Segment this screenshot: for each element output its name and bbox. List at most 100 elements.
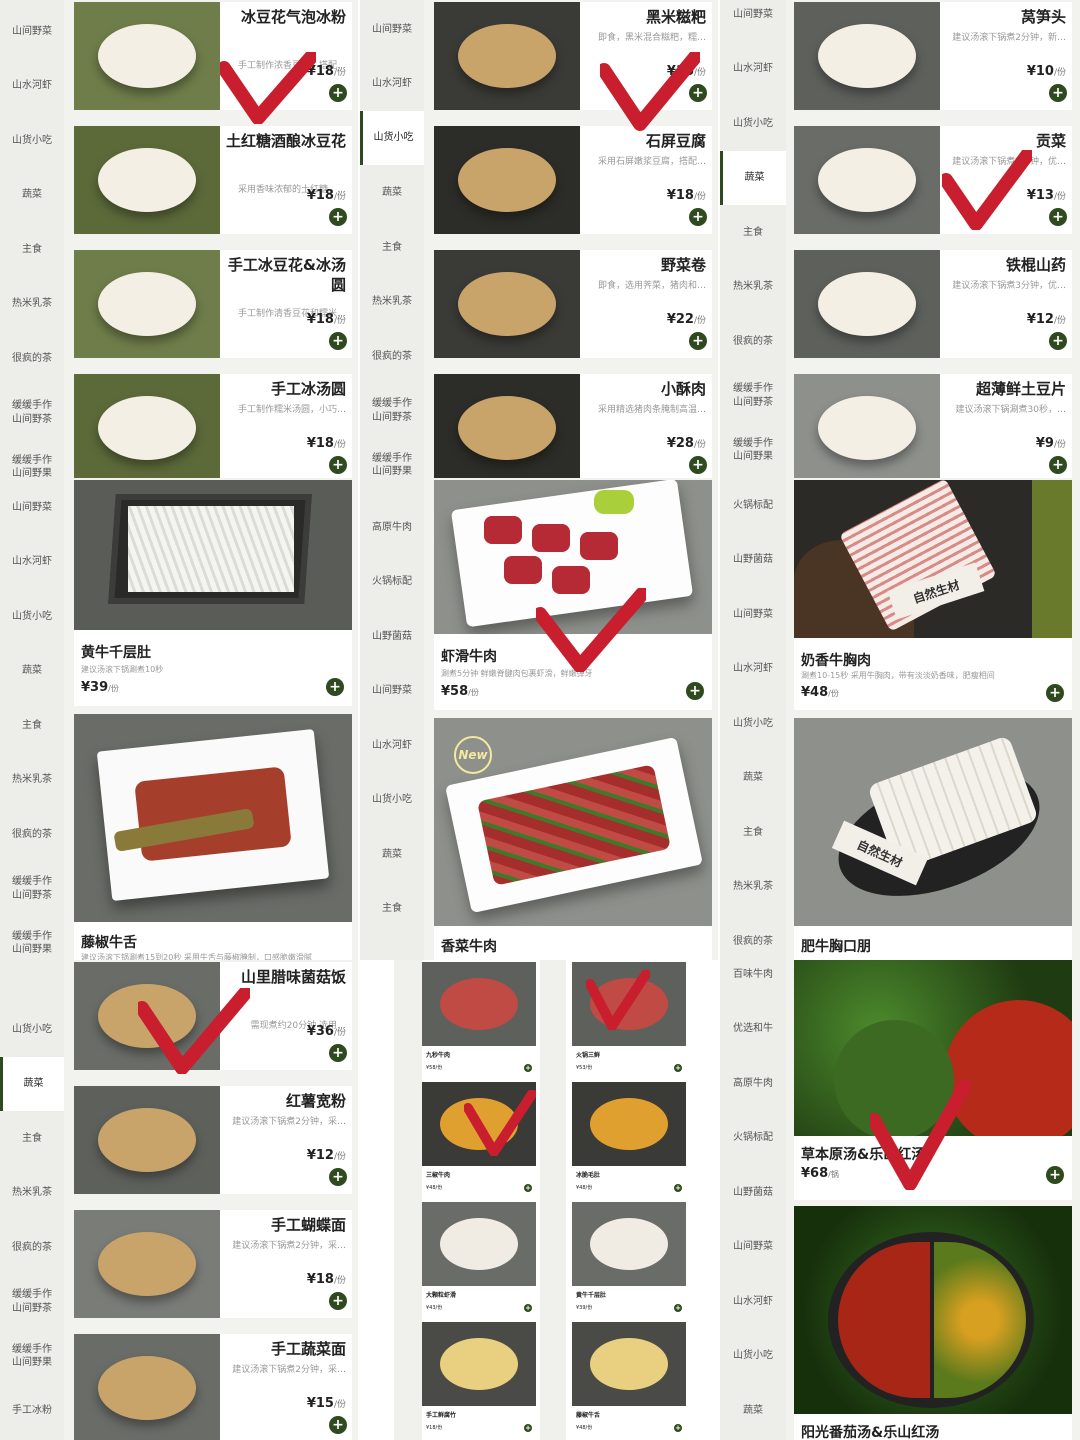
sidebar-category-item[interactable]: 山野菌菇 (360, 609, 424, 664)
product-card-large[interactable]: 自然生材 肥牛胸口朋 (794, 718, 1072, 960)
product-card-mini[interactable]: 大颗粒虾滑 ¥43/份 + (422, 1202, 536, 1318)
add-to-cart-button[interactable]: + (329, 1044, 347, 1062)
add-to-cart-button[interactable]: + (524, 1064, 532, 1072)
sidebar-category-item[interactable]: 缓缓手作 山间野茶 (0, 1275, 64, 1330)
sidebar-category-item[interactable]: 山货小吃 (360, 773, 424, 828)
sidebar-category-item[interactable]: 热米乳茶 (0, 753, 64, 808)
add-to-cart-button[interactable]: + (1049, 456, 1067, 474)
sidebar-category-item[interactable]: 山货小吃 (0, 1002, 64, 1057)
add-to-cart-button[interactable]: + (674, 1304, 682, 1312)
sidebar-category-item[interactable]: 山货小吃 (0, 589, 64, 644)
product-card-large[interactable]: 自然生材 奶香牛胸肉 涮煮10-15秒 采用牛胸肉，带有淡淡奶香味，肥瘦相间 ¥… (794, 480, 1072, 710)
add-to-cart-button[interactable]: + (689, 332, 707, 350)
sidebar-category-item[interactable]: 主食 (360, 220, 424, 275)
product-card[interactable]: 红薯宽粉 建议汤滚下锅煮2分钟，采… ¥12/份 + (74, 1086, 352, 1194)
sidebar-category-item[interactable]: 蔬菜 (360, 166, 424, 221)
sidebar-category-item[interactable]: 山水河虾 (0, 59, 64, 114)
sidebar-category-item[interactable]: 山间野菜 (720, 587, 786, 642)
sidebar-category-item[interactable]: 山货小吃 (0, 113, 64, 168)
add-to-cart-button[interactable]: + (689, 84, 707, 102)
sidebar-category-item[interactable]: 山水河虾 (360, 57, 424, 112)
add-to-cart-button[interactable]: + (329, 1292, 347, 1310)
product-card[interactable]: 手工蔬菜面 建议汤滚下锅煮2分钟，采… ¥15/份 + (74, 1334, 352, 1440)
sidebar-category-item[interactable]: 缓缓手作 山间野果 (0, 916, 64, 960)
sidebar-category-item[interactable]: 山货小吃 (360, 111, 424, 165)
add-to-cart-button[interactable]: + (689, 208, 707, 226)
sidebar-category-item[interactable]: 山水河虾 (720, 1274, 786, 1329)
sidebar-category-item[interactable]: 百味牛肉 (720, 960, 786, 1002)
product-card[interactable]: 野菜卷 即食，选用荠菜，猪肉和… ¥22/份 + (434, 250, 712, 358)
product-card-mini[interactable]: 火锅三鲜 ¥53/份 + (572, 962, 686, 1078)
product-card[interactable]: 贡菜 建议汤滚下锅煮2分钟，优… ¥13/份 + (794, 126, 1072, 234)
add-to-cart-button[interactable]: + (326, 678, 344, 696)
sidebar-category-item[interactable]: 蔬菜 (0, 644, 64, 699)
add-to-cart-button[interactable]: + (1046, 1166, 1064, 1184)
sidebar-category-item[interactable]: 主食 (720, 205, 786, 260)
add-to-cart-button[interactable]: + (329, 1168, 347, 1186)
sidebar-category-item[interactable]: 山货小吃 (720, 1329, 786, 1384)
sidebar-category-item[interactable]: 山间野菜 (360, 664, 424, 719)
product-card[interactable]: 手工冰豆花&冰汤圆 手工制作清香豆花和糯米… ¥18/份 + (74, 250, 352, 358)
product-card[interactable]: 冰豆花气泡冰粉 手工制作浓香豆花，搭配… ¥18/份 + (74, 2, 352, 110)
add-to-cart-button[interactable]: + (524, 1304, 532, 1312)
product-card-mini[interactable]: 手工鲜腐竹 ¥18/份 + (422, 1322, 536, 1438)
sidebar-category-item[interactable]: 蔬菜 (720, 751, 786, 806)
sidebar-category-item[interactable]: 很疯的茶 (0, 1220, 64, 1275)
sidebar-category-item[interactable]: 主食 (0, 698, 64, 753)
product-card-large[interactable]: 虾滑牛肉 涮煮5分钟 鲜嫩脊腱肉包裹虾滑，鲜嫩弹牙 ¥58/份 + (434, 480, 712, 710)
sidebar-category-item[interactable]: 很疯的茶 (720, 914, 786, 960)
sidebar-category-item[interactable]: 山间野菜 (0, 4, 64, 59)
sidebar-category-item[interactable]: 山水河虾 (0, 535, 64, 590)
sidebar-category-item[interactable]: 热米乳茶 (720, 860, 786, 915)
product-card-mini[interactable]: 九秒牛肉 ¥58/份 + (422, 962, 536, 1078)
add-to-cart-button[interactable]: + (689, 456, 707, 474)
add-to-cart-button[interactable]: + (329, 84, 347, 102)
product-card[interactable]: 石屏豆腐 采用石屏嫩浆豆腐，搭配… ¥18/份 + (434, 126, 712, 234)
sidebar-category-item[interactable]: 蔬菜 (360, 827, 424, 882)
sidebar-category-item[interactable]: 山水河虾 (720, 642, 786, 697)
product-card-large[interactable]: 阳光番茄汤&乐山红汤 (794, 1206, 1072, 1440)
product-card-large[interactable]: New 香菜牛肉 (434, 718, 712, 960)
add-to-cart-button[interactable]: + (329, 456, 347, 474)
add-to-cart-button[interactable]: + (329, 332, 347, 350)
product-card-large[interactable]: 黄牛千层肚 建议汤滚下锅涮煮10秒 ¥39/份 + (74, 480, 352, 706)
sidebar-category-item[interactable]: 缓缓手作 山间野果 (0, 440, 64, 478)
sidebar-category-item[interactable]: 山间野菜 (720, 1220, 786, 1275)
sidebar-category-item[interactable]: 蔬菜 (720, 150, 786, 205)
sidebar-category-item[interactable]: 手工冰粉 (0, 1384, 64, 1439)
add-to-cart-button[interactable]: + (329, 1416, 347, 1434)
sidebar-category-item[interactable]: 高原牛肉 (360, 500, 424, 555)
sidebar-category-item[interactable]: 主食 (0, 1111, 64, 1166)
sidebar-category-item[interactable]: 火锅标配 (720, 478, 786, 533)
sidebar-category-item[interactable]: 缓缓手作 山间野茶 (720, 369, 786, 424)
add-to-cart-button[interactable]: + (1049, 84, 1067, 102)
product-card-mini[interactable]: 黄牛千层肚 ¥39/份 + (572, 1202, 686, 1318)
sidebar-category-item[interactable]: 主食 (720, 805, 786, 860)
sidebar-category-item[interactable]: 主食 (0, 222, 64, 277)
sidebar-category-item[interactable]: 缓缓手作 山间野果 (0, 1329, 64, 1384)
product-card-mini[interactable]: 冰脆毛肚 ¥48/份 + (572, 1082, 686, 1198)
add-to-cart-button[interactable]: + (524, 1424, 532, 1432)
sidebar-category-item[interactable]: 热米乳茶 (0, 1166, 64, 1221)
add-to-cart-button[interactable]: + (524, 1184, 532, 1192)
sidebar-category-item[interactable]: 山间野菜 (720, 0, 786, 42)
sidebar-category-item[interactable]: 缓缓手作 山间野果 (720, 423, 786, 478)
add-to-cart-button[interactable]: + (1049, 208, 1067, 226)
product-card[interactable]: 小酥肉 采用精选猪肉条腌制高温… ¥28/份 + (434, 374, 712, 478)
product-card[interactable]: 手工蝴蝶面 建议汤滚下锅煮2分钟，采… ¥18/份 + (74, 1210, 352, 1318)
product-card-large[interactable]: 草本原汤&乐山红汤 ¥68/锅 + (794, 960, 1072, 1200)
add-to-cart-button[interactable]: + (1049, 332, 1067, 350)
sidebar-category-item[interactable]: 热米乳茶 (0, 277, 64, 332)
sidebar-category-item[interactable]: 热米乳茶 (720, 260, 786, 315)
sidebar-category-item[interactable]: 很疯的茶 (0, 807, 64, 862)
add-to-cart-button[interactable]: + (674, 1064, 682, 1072)
product-card[interactable]: 手工冰汤圆 手工制作糯米汤圆，小巧… ¥18/份 + (74, 374, 352, 478)
sidebar-category-item[interactable]: 蔬菜 (720, 1383, 786, 1438)
add-to-cart-button[interactable]: + (674, 1424, 682, 1432)
product-card-large[interactable]: 藤椒牛舌 建议汤滚下锅涮煮15到20秒 采用牛舌与藤椒腌制，口感脆嫩滑腻 (74, 714, 352, 960)
add-to-cart-button[interactable]: + (674, 1184, 682, 1192)
sidebar-category-item[interactable]: 山间野菜 (0, 480, 64, 535)
sidebar-category-item[interactable]: 缓缓手作 山间野茶 (0, 862, 64, 917)
add-to-cart-button[interactable]: + (1046, 684, 1064, 702)
sidebar-category-item[interactable]: 山货小吃 (720, 696, 786, 751)
